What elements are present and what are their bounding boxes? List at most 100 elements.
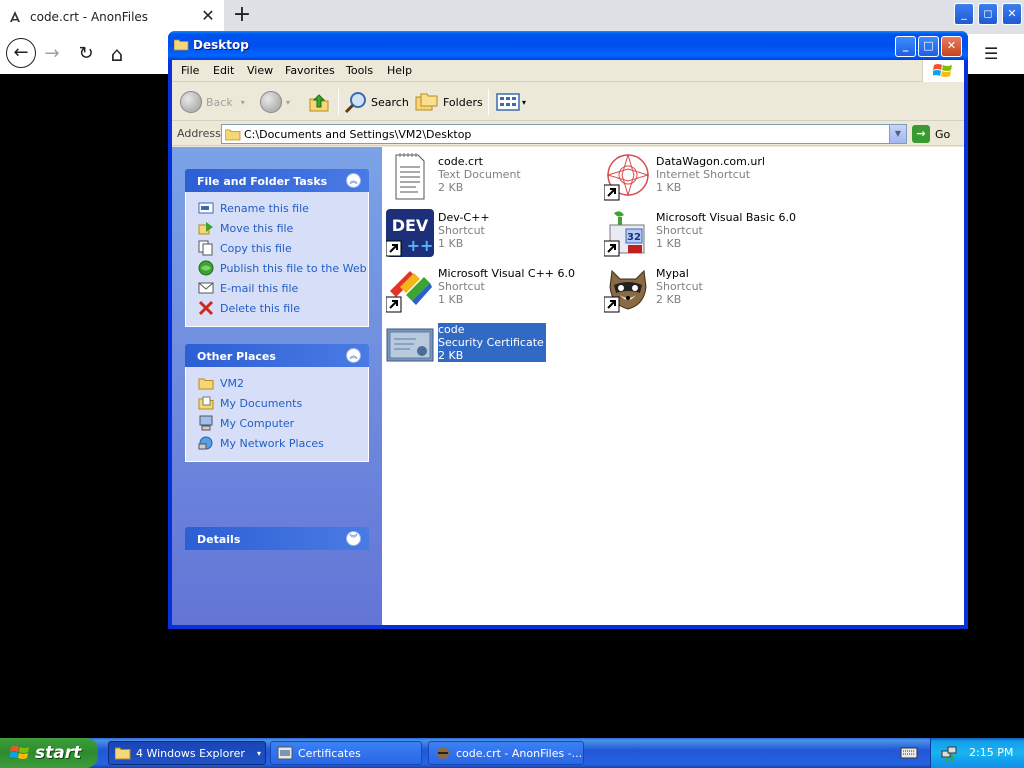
file-item-visual-cpp[interactable]: Microsoft Visual C++ 6.0 Shortcut 1 KB <box>386 265 596 315</box>
views-button[interactable]: ▾ <box>496 88 526 116</box>
browser-minimize-button[interactable]: _ <box>954 3 974 25</box>
address-bar: Address C:\Documents and Settings\VM2\De… <box>172 122 964 146</box>
address-dropdown-icon[interactable]: ▼ <box>889 125 906 143</box>
file-type: Shortcut <box>438 224 485 237</box>
task-move[interactable]: Move this file <box>198 218 368 238</box>
place-vm2[interactable]: VM2 <box>198 373 368 393</box>
explorer-window: Desktop _ □ ✕ File Edit View Favorites T… <box>168 31 968 629</box>
forward-dropdown-icon[interactable]: ▾ <box>286 98 290 107</box>
folders-icon <box>415 93 438 111</box>
file-item-mypal[interactable]: Mypal Shortcut 2 KB <box>604 265 814 315</box>
place-my-network-places[interactable]: My Network Places <box>198 433 368 453</box>
file-type: Shortcut <box>438 280 485 293</box>
start-button[interactable]: start <box>0 738 98 768</box>
task-delete[interactable]: Delete this file <box>198 298 368 318</box>
other-places-header[interactable]: Other Places ︽ <box>185 344 369 367</box>
file-item-datawagon-url[interactable]: DataWagon.com.url Internet Shortcut 1 KB <box>604 153 814 203</box>
place-label: My Network Places <box>220 436 324 450</box>
standard-toolbar: Back ▾ ▾ Search Folders ▾ <box>172 83 964 121</box>
views-dropdown-icon[interactable]: ▾ <box>522 98 526 107</box>
keyboard-icon[interactable] <box>900 746 918 760</box>
toolbar-separator <box>338 89 339 115</box>
menu-favorites[interactable]: Favorites <box>285 64 335 77</box>
task-pane: File and Folder Tasks ︽ Rename this file… <box>172 147 382 625</box>
taskbar-button-label: 4 Windows Explorer <box>136 746 245 760</box>
task-label: Move this file <box>220 221 294 235</box>
file-label: DataWagon.com.url Internet Shortcut 1 KB <box>656 155 765 194</box>
windows-flag-icon <box>10 746 29 759</box>
file-folder-tasks-header[interactable]: File and Folder Tasks ︽ <box>185 169 369 192</box>
menu-edit[interactable]: Edit <box>213 64 234 77</box>
browser-back-button[interactable]: ← <box>6 38 36 68</box>
file-label: code Security Certificate 2 KB <box>438 323 546 362</box>
window-title: Desktop <box>193 38 249 52</box>
browser-restore-button[interactable]: ◻ <box>978 3 998 25</box>
browser-menu-icon[interactable]: ☰ <box>984 44 998 63</box>
browser-home-button[interactable]: ⌂ <box>103 40 131 68</box>
svg-text:32: 32 <box>627 232 641 243</box>
panel-title: File and Folder Tasks <box>197 175 328 188</box>
search-button[interactable]: Search <box>344 88 409 116</box>
browser-reload-button[interactable]: ↻ <box>72 40 100 68</box>
task-copy[interactable]: Copy this file <box>198 238 368 258</box>
file-size: 1 KB <box>438 293 464 306</box>
svg-text:++: ++ <box>407 236 434 255</box>
task-email[interactable]: E-mail this file <box>198 278 368 298</box>
task-rename[interactable]: Rename this file <box>198 198 368 218</box>
file-item-devcpp[interactable]: DEV ++ Dev-C++ Shortcut 1 KB <box>386 209 596 259</box>
taskbar-button-windows-explorer[interactable]: 4 Windows Explorer ▾ <box>108 741 266 765</box>
maximize-button[interactable]: □ <box>918 36 939 57</box>
window-titlebar[interactable]: Desktop _ □ ✕ <box>168 31 968 60</box>
menu-file[interactable]: File <box>181 64 199 77</box>
browser-close-button[interactable]: ✕ <box>1002 3 1022 25</box>
details-header[interactable]: Details ︾ <box>185 527 369 550</box>
place-my-computer[interactable]: My Computer <box>198 413 368 433</box>
collapse-icon[interactable]: ︽ <box>346 173 361 188</box>
clock[interactable]: 2:15 PM <box>969 746 1013 759</box>
task-label: Publish this file to the Web <box>220 261 367 275</box>
folder-icon <box>115 747 131 760</box>
folders-button[interactable]: Folders <box>415 88 483 116</box>
file-label: Microsoft Visual C++ 6.0 Shortcut 1 KB <box>438 267 575 306</box>
back-button[interactable]: Back ▾ <box>180 88 245 116</box>
file-name: Dev-C++ <box>438 211 490 224</box>
browser-tab[interactable]: code.crt - AnonFiles ✕ <box>0 0 224 34</box>
file-name: Microsoft Visual Basic 6.0 <box>656 211 797 224</box>
file-item-code-certificate[interactable]: code Security Certificate 2 KB <box>386 321 596 371</box>
forward-button[interactable]: ▾ <box>260 88 290 116</box>
folder-icon <box>225 129 241 141</box>
folders-label: Folders <box>443 95 483 109</box>
mypal-icon <box>437 747 449 759</box>
file-size: 2 KB <box>438 181 464 194</box>
place-my-documents[interactable]: My Documents <box>198 393 368 413</box>
network-tray-icon[interactable] <box>941 745 957 761</box>
search-label: Search <box>371 95 409 109</box>
file-size: 1 KB <box>656 237 682 250</box>
taskbar-button-anonfiles[interactable]: code.crt - AnonFiles -... <box>428 741 584 765</box>
close-button[interactable]: ✕ <box>941 36 962 57</box>
certificate-icon <box>386 328 434 362</box>
go-button[interactable]: → Go <box>912 124 950 144</box>
task-label: Delete this file <box>220 301 300 315</box>
expand-icon[interactable]: ︾ <box>346 531 361 546</box>
menu-tools[interactable]: Tools <box>346 64 373 77</box>
up-button[interactable] <box>308 88 330 116</box>
task-publish-web[interactable]: Publish this file to the Web <box>198 258 368 278</box>
back-dropdown-icon[interactable]: ▾ <box>241 98 245 107</box>
back-label: Back <box>206 95 233 109</box>
menu-view[interactable]: View <box>247 64 273 77</box>
address-input[interactable]: C:\Documents and Settings\VM2\Desktop ▼ <box>221 124 907 144</box>
file-item-visual-basic[interactable]: 32 Microsoft Visual Basic 6.0 Shortcut 1… <box>604 209 814 259</box>
minimize-button[interactable]: _ <box>895 36 916 57</box>
collapse-icon[interactable]: ︽ <box>346 348 361 363</box>
browser-forward-button[interactable]: → <box>38 40 66 68</box>
taskbar-button-certificates[interactable]: Certificates <box>270 741 422 765</box>
new-tab-button[interactable]: + <box>230 4 254 28</box>
other-places-panel: Other Places ︽ VM2 My Documents My Compu… <box>185 344 369 462</box>
menu-help[interactable]: Help <box>387 64 412 77</box>
close-tab-icon[interactable]: ✕ <box>198 6 218 26</box>
forward-arrow-icon <box>260 91 282 113</box>
file-item-code-crt[interactable]: code.crt Text Document 2 KB <box>386 153 596 203</box>
address-label: Address <box>177 127 221 140</box>
group-dropdown-icon: ▾ <box>256 748 261 758</box>
